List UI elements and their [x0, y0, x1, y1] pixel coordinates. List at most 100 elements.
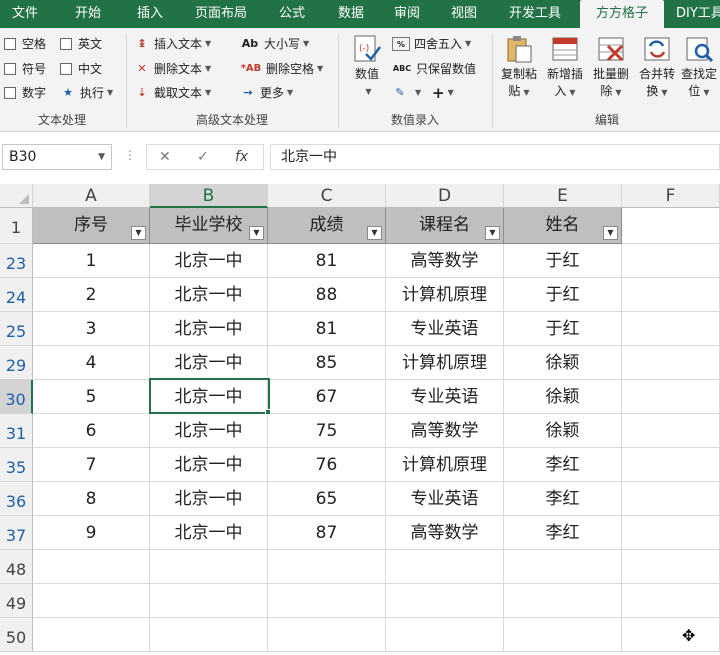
- filter-dropdown-icon[interactable]: ▼: [485, 226, 500, 240]
- column-header-d[interactable]: D: [386, 184, 504, 208]
- filter-dropdown-icon[interactable]: ▼: [603, 226, 618, 240]
- empty-cell[interactable]: [622, 278, 720, 312]
- keep-values-button[interactable]: ABC 只保留数值: [392, 59, 476, 79]
- header-cell-score[interactable]: 成绩 ▼: [268, 208, 386, 244]
- empty-cell[interactable]: [622, 482, 720, 516]
- empty-cell[interactable]: [622, 550, 720, 584]
- checkbox-box[interactable]: [60, 63, 72, 75]
- table-cell-school[interactable]: 北京一中: [150, 278, 268, 312]
- table-cell-name[interactable]: 于红: [504, 244, 622, 278]
- table-cell-score[interactable]: 76: [268, 448, 386, 482]
- table-cell-name[interactable]: 李红: [504, 482, 622, 516]
- header-cell-name[interactable]: 姓名 ▼: [504, 208, 622, 244]
- confirm-check-icon[interactable]: ✓: [197, 145, 209, 169]
- table-cell-school[interactable]: 北京一中: [150, 312, 268, 346]
- tab-developer[interactable]: 开发工具: [496, 0, 574, 28]
- row-header[interactable]: 24: [0, 278, 33, 312]
- column-header-c[interactable]: C: [268, 184, 386, 208]
- tab-review[interactable]: 审阅: [382, 0, 432, 28]
- empty-cell[interactable]: [622, 208, 720, 244]
- table-cell-index[interactable]: 1: [33, 244, 150, 278]
- edit-tool-button[interactable]: ✎ ▼: [392, 83, 421, 103]
- table-cell-score[interactable]: 81: [268, 244, 386, 278]
- formula-input[interactable]: 北京一中: [270, 144, 720, 170]
- tab-data[interactable]: 数据: [324, 0, 378, 28]
- empty-cell[interactable]: [622, 584, 720, 618]
- table-cell-school[interactable]: 北京一中: [150, 346, 268, 380]
- empty-cell[interactable]: [33, 550, 150, 584]
- tab-page-layout[interactable]: 页面布局: [184, 0, 258, 28]
- table-cell-score[interactable]: 88: [268, 278, 386, 312]
- table-cell-score[interactable]: 81: [268, 312, 386, 346]
- row-header[interactable]: 30: [0, 380, 33, 414]
- more-button[interactable]: → 更多 ▼: [240, 83, 293, 103]
- table-cell-school[interactable]: 北京一中: [150, 482, 268, 516]
- table-cell-index[interactable]: 9: [33, 516, 150, 550]
- chevron-down-icon[interactable]: ▼: [98, 145, 105, 169]
- empty-cell[interactable]: [504, 550, 622, 584]
- table-cell-index[interactable]: 4: [33, 346, 150, 380]
- empty-cell[interactable]: [150, 550, 268, 584]
- row-header[interactable]: 48: [0, 550, 33, 584]
- table-cell-score[interactable]: 67: [268, 380, 386, 414]
- table-cell-index[interactable]: 7: [33, 448, 150, 482]
- row-header[interactable]: 36: [0, 482, 33, 516]
- table-cell-score[interactable]: 65: [268, 482, 386, 516]
- table-cell-school[interactable]: 北京一中: [150, 244, 268, 278]
- checkbox-symbol[interactable]: 符号: [4, 59, 46, 79]
- round-button[interactable]: % 四舍五入 ▼: [392, 34, 471, 54]
- checkbox-box[interactable]: [60, 38, 72, 50]
- row-header[interactable]: 35: [0, 448, 33, 482]
- copy-paste-button[interactable]: 复制粘 贴 ▼: [496, 32, 542, 108]
- table-cell-course[interactable]: 计算机原理: [386, 448, 504, 482]
- checkbox-space[interactable]: 空格: [4, 34, 46, 54]
- filter-dropdown-icon[interactable]: ▼: [249, 226, 264, 240]
- checkbox-box[interactable]: [4, 87, 16, 99]
- table-cell-name[interactable]: 徐颖: [504, 346, 622, 380]
- empty-cell[interactable]: [622, 414, 720, 448]
- table-cell-course[interactable]: 专业英语: [386, 312, 504, 346]
- table-cell-course[interactable]: 高等数学: [386, 516, 504, 550]
- checkbox-english[interactable]: 英文: [60, 34, 102, 54]
- row-header[interactable]: 23: [0, 244, 33, 278]
- table-cell-course[interactable]: 高等数学: [386, 244, 504, 278]
- table-cell-school[interactable]: 北京一中: [150, 516, 268, 550]
- empty-cell[interactable]: [386, 550, 504, 584]
- case-button[interactable]: Ab 大小写 ▼: [240, 34, 309, 54]
- empty-cell[interactable]: [622, 244, 720, 278]
- table-cell-index[interactable]: 5: [33, 380, 150, 414]
- checkbox-chinese[interactable]: 中文: [60, 59, 102, 79]
- delete-text-button[interactable]: ✕ 删除文本 ▼: [134, 59, 211, 79]
- batch-delete-button[interactable]: 批量删 除 ▼: [588, 32, 634, 108]
- filter-active-icon[interactable]: ▼: [131, 226, 146, 240]
- empty-cell[interactable]: [622, 346, 720, 380]
- tab-insert[interactable]: 插入: [124, 0, 176, 28]
- table-cell-school[interactable]: 北京一中: [150, 448, 268, 482]
- cancel-icon[interactable]: ✕: [159, 145, 171, 169]
- tab-diy-toolbox[interactable]: DIY工具箱: [670, 0, 720, 28]
- column-header-e[interactable]: E: [504, 184, 622, 208]
- table-cell-index[interactable]: 6: [33, 414, 150, 448]
- add-button[interactable]: + ▼: [432, 83, 454, 103]
- formula-bar-grip-icon[interactable]: ⋮: [124, 148, 136, 162]
- insert-text-button[interactable]: ↨ 插入文本 ▼: [134, 34, 211, 54]
- row-header[interactable]: 31: [0, 414, 33, 448]
- checkbox-number[interactable]: 数字: [4, 83, 46, 103]
- filter-dropdown-icon[interactable]: ▼: [367, 226, 382, 240]
- empty-cell[interactable]: [386, 584, 504, 618]
- checkbox-box[interactable]: [4, 63, 16, 75]
- find-locate-button[interactable]: 查找定 位 ▼: [678, 32, 720, 108]
- tab-home[interactable]: 开始: [58, 0, 118, 28]
- empty-cell[interactable]: [622, 312, 720, 346]
- table-cell-score[interactable]: 87: [268, 516, 386, 550]
- empty-cell[interactable]: [268, 550, 386, 584]
- add-insert-button[interactable]: 新增插 入 ▼: [542, 32, 588, 108]
- column-header-a[interactable]: A: [33, 184, 150, 208]
- empty-cell[interactable]: [622, 448, 720, 482]
- empty-cell[interactable]: [33, 618, 150, 652]
- name-box[interactable]: B30 ▼: [2, 144, 112, 170]
- table-cell-course[interactable]: 专业英语: [386, 482, 504, 516]
- extract-text-button[interactable]: ⇣ 截取文本 ▼: [134, 83, 211, 103]
- table-cell-name[interactable]: 徐颖: [504, 414, 622, 448]
- table-cell-name[interactable]: 李红: [504, 516, 622, 550]
